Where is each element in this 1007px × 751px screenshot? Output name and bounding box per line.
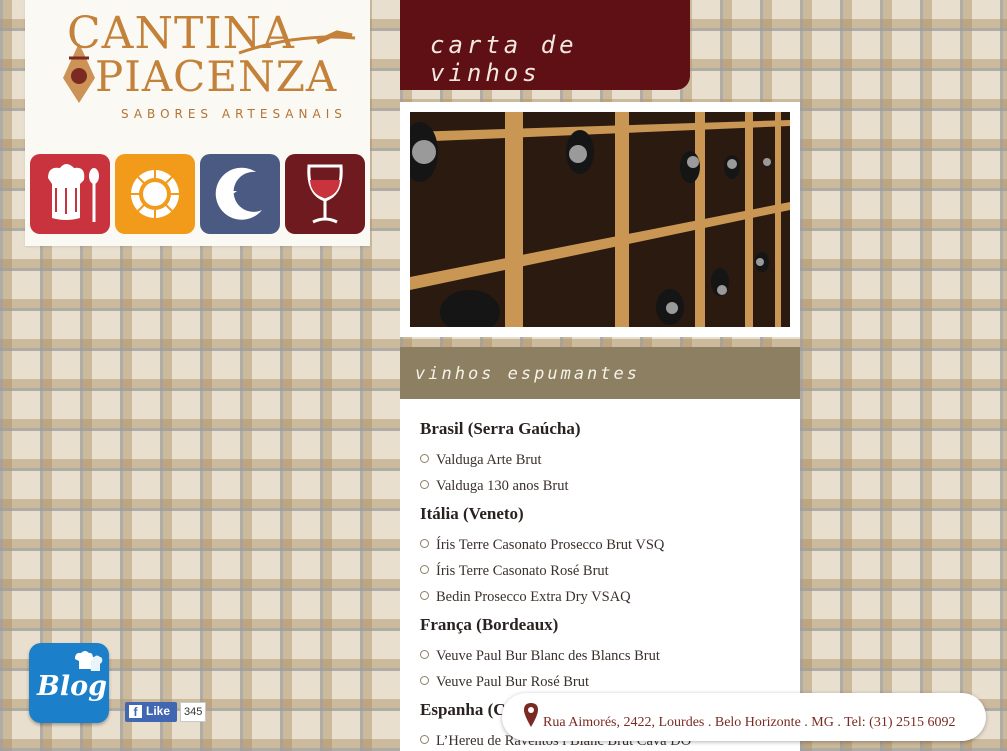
address-text: Rua Aimorés, 2422, Lourdes . Belo Horizo…	[543, 715, 956, 730]
bullet-icon	[420, 565, 429, 574]
facebook-like-button[interactable]: f Like	[125, 702, 177, 722]
region-heading: Espanha (C	[420, 700, 506, 719]
brand-header: CANTINA PIACENZA SABORES ARTESANAIS	[25, 0, 370, 246]
bullet-icon	[420, 454, 429, 463]
nav-day-tile[interactable]	[115, 154, 195, 234]
blog-button[interactable]: Blog	[29, 643, 109, 723]
section-title: vinhos espumantes	[415, 364, 640, 384]
logo-text-piacenza: PIACENZA	[95, 52, 338, 101]
region-heading: Brasil (Serra Gaúcha)	[420, 419, 581, 438]
address-bar[interactable]: Rua Aimorés, 2422, Lourdes . Belo Horizo…	[502, 693, 986, 741]
blog-label: Blog	[37, 671, 107, 702]
like-label: Like	[146, 704, 171, 718]
wine-item[interactable]: Veuve Paul Bur Rosé Brut	[420, 674, 589, 691]
wine-item[interactable]: Bedin Prosecco Extra Dry VSAQ	[420, 589, 631, 606]
bullet-icon	[420, 539, 429, 548]
wine-rack-image	[410, 112, 790, 327]
wine-glass-icon	[307, 164, 343, 224]
bullet-icon	[420, 676, 429, 685]
section-header: vinhos espumantes	[400, 347, 800, 399]
sun-icon	[131, 170, 179, 218]
map-pin-icon	[524, 703, 538, 727]
wine-item[interactable]: Íris Terre Casonato Rosé Brut	[420, 563, 609, 580]
moon-star-icon	[215, 167, 262, 220]
facebook-icon: f	[129, 705, 142, 719]
region-heading: França (Bordeaux)	[420, 615, 559, 634]
chef-hat-spoon-icon	[48, 164, 99, 222]
page-title-tab: carta de vinhos	[400, 0, 690, 90]
nav-menu-tile[interactable]	[30, 154, 110, 234]
bullet-icon	[420, 650, 429, 659]
wine-item[interactable]: Íris Terre Casonato Prosecco Brut VSQ	[420, 537, 664, 554]
bullet-icon	[420, 480, 429, 489]
logo-oar-icon	[238, 30, 356, 55]
like-count: 345	[180, 702, 207, 722]
wine-item[interactable]: Valduga 130 anos Brut	[420, 478, 569, 495]
logo-tagline: SABORES ARTESANAIS	[121, 107, 347, 121]
wine-rack-photo	[400, 102, 800, 337]
wine-item[interactable]: Veuve Paul Bur Blanc des Blancs Brut	[420, 648, 660, 665]
bullet-icon	[420, 591, 429, 600]
chef-hats-icon	[75, 651, 103, 671]
page-title: carta de vinhos	[430, 31, 578, 87]
nav-icon-bar	[30, 154, 365, 234]
region-heading: Itália (Veneto)	[420, 504, 524, 523]
nav-wine-tile[interactable]	[285, 154, 365, 234]
nav-night-tile[interactable]	[200, 154, 280, 234]
wine-item[interactable]: Valduga Arte Brut	[420, 452, 542, 469]
bullet-icon	[420, 735, 429, 744]
